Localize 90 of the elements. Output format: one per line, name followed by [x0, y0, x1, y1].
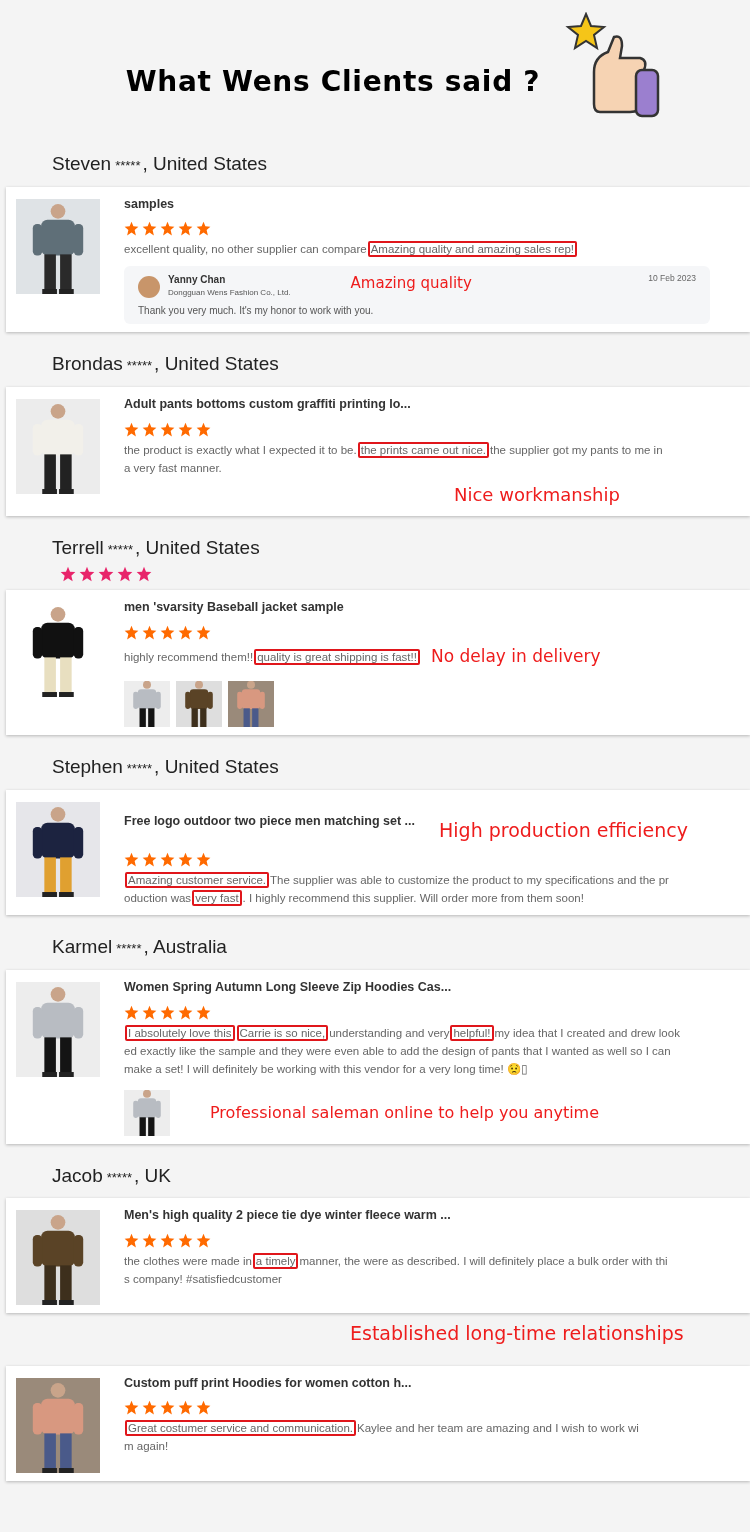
star-icon	[124, 421, 139, 437]
star-icon	[178, 1232, 193, 1248]
review-text: the clothes were made in a timely manner, the were as described. I will definitely place a bulk order with thi	[124, 1251, 668, 1270]
product-title: Men's high quality 2 piece tie dye winter fleece warm ...	[124, 1207, 451, 1224]
avatar	[138, 276, 160, 299]
star-icon	[124, 1004, 139, 1020]
callout-text: No delay in delivery	[430, 644, 601, 668]
star-icon	[196, 852, 211, 868]
reviewer-location: , United States	[154, 755, 279, 780]
star-icon	[160, 221, 175, 237]
review-text: oduction was very fast . I highly recommend this supplier. Will order more from them soon!	[124, 889, 585, 908]
callout-text: Nice workmanship	[454, 482, 621, 507]
star-icon	[196, 221, 211, 237]
review-text: ed exactly like the sample and they were even able to add the design of pants that I wanted as well so I can	[124, 1043, 672, 1059]
star-icon	[178, 421, 193, 437]
reviewer-location: , United States	[154, 352, 279, 377]
star-icon	[196, 1004, 211, 1020]
star-icon	[124, 1232, 139, 1248]
rating-mask: *****	[116, 940, 142, 959]
star-icon	[124, 221, 139, 237]
star-icon	[124, 1400, 139, 1416]
product-title: Adult pants bottoms custom graffiti printing lo...	[124, 395, 411, 413]
reviewer-name: Brondas	[52, 352, 123, 377]
review-text: make a set! I will definitely be working with this vendor for a very long time! 😟▯	[124, 1061, 529, 1077]
star-icon	[160, 1232, 175, 1248]
star-icon	[178, 624, 193, 640]
star-icon	[142, 221, 157, 237]
star-icon	[60, 566, 76, 582]
star-icon	[136, 566, 152, 582]
star-icon	[196, 1232, 211, 1248]
reply-company: Dongguan Wens Fashion Co., Ltd.	[168, 287, 291, 300]
star-icon	[160, 1004, 175, 1020]
reply-date: 10 Feb 2023	[648, 272, 696, 285]
star-icon	[160, 421, 175, 437]
reviewer-location: , United States	[142, 152, 268, 176]
reviewer-name: Karmel	[52, 935, 113, 960]
callout-text: Established long-time relationships	[350, 1321, 685, 1346]
star-icon	[98, 566, 114, 582]
star-icon	[160, 624, 175, 640]
review-text: I absolutely love this Carrie is so nice, understanding and very helpful! my idea that I created and drew look	[124, 1023, 680, 1042]
star-icon	[124, 624, 139, 640]
rating-mask: *****	[126, 357, 153, 376]
star-icon	[178, 852, 193, 868]
star-icon	[178, 1400, 193, 1416]
review-text: Great costumer service and communication. Kaylee and her team are amazing and I wish to work wi	[124, 1419, 639, 1438]
star-icon	[178, 1004, 193, 1020]
rating-mask: *****	[115, 157, 141, 175]
star-icon	[79, 566, 95, 582]
product-title: Free logo outdoor two piece men matching set ...	[124, 812, 415, 830]
star-icon	[117, 566, 133, 582]
star-icon	[196, 421, 211, 437]
review-text: m again!	[124, 1439, 170, 1455]
reviewer-location: , UK	[134, 1163, 171, 1188]
star-icon	[196, 1400, 211, 1416]
rating-mask: *****	[126, 760, 153, 779]
callout-text: Professional saleman online to help you anytime	[210, 1101, 600, 1124]
review-text: Amazing customer service. The supplier was able to customize the product to my specifications and the pr	[124, 871, 669, 890]
review-text: s company! #satisfiedcustomer	[124, 1271, 283, 1287]
reviewer-name: Jacob	[52, 1163, 103, 1188]
star-icon	[142, 421, 157, 437]
reply-text: Thank you very much. It's my honor to work with you.	[138, 304, 375, 319]
product-title: samples	[124, 195, 175, 213]
product-title: Custom puff print Hoodies for women cotton h...	[124, 1374, 412, 1392]
product-title: Women Spring Autumn Long Sleeve Zip Hoodies Cas...	[124, 978, 452, 996]
star-icon	[142, 852, 157, 868]
star-icon	[160, 1400, 175, 1416]
review-text: the product is exactly what I expected it to be. the prints came out nice. the supplier got my pants to me in	[124, 440, 663, 459]
review-text: highly recommend them!! quality is great shipping is fast!!	[124, 647, 421, 666]
product-title: men 'svarsity Baseball jacket sample	[124, 599, 344, 616]
star-icon	[124, 852, 139, 868]
star-icon	[142, 624, 157, 640]
rating-mask: *****	[106, 1168, 132, 1187]
star-icon	[160, 852, 175, 868]
reviewer-name: Terrell	[52, 535, 104, 560]
page-title: What Wens Clients said ?	[125, 64, 541, 100]
star-icon	[142, 1004, 157, 1020]
review-text: a very fast manner.	[124, 460, 223, 476]
callout-text: Amazing quality	[350, 273, 472, 295]
star-icon	[178, 221, 193, 237]
star-icon	[196, 624, 211, 640]
star-icon	[142, 1232, 157, 1248]
reviewer-name: Stephen	[52, 755, 123, 780]
review-text: excellent quality, no other supplier can compare Amazing quality and amazing sales rep!	[124, 240, 578, 259]
callout-text: High production efficiency	[439, 817, 688, 843]
star-icon	[142, 1400, 157, 1416]
reviewer-location: , Australia	[143, 935, 227, 960]
reviewer-name: Steven	[52, 152, 112, 176]
rating-mask: *****	[107, 540, 134, 559]
reply-author: Yanny Chan	[168, 273, 227, 288]
reviewer-location: , United States	[135, 535, 260, 560]
